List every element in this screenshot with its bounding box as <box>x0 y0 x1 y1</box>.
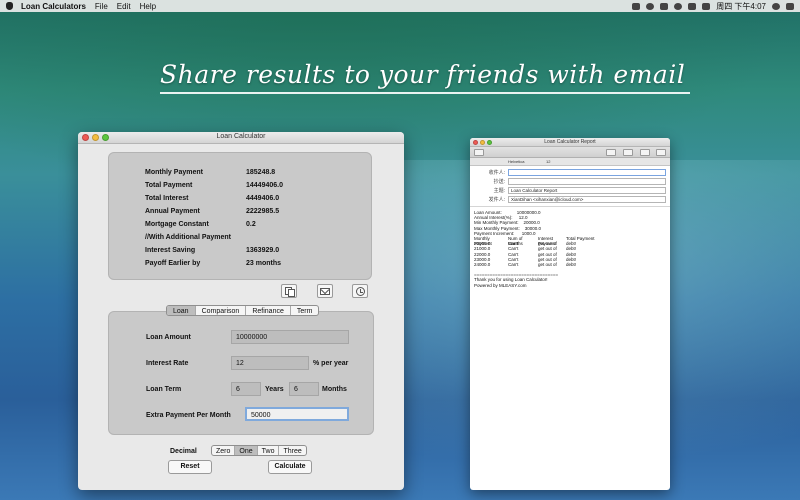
decimal-option-one[interactable]: One <box>235 446 258 455</box>
result-label: //With Additional Payment <box>145 234 232 241</box>
table-cell: 24000.0 <box>474 261 491 267</box>
menubar: Loan Calculators File Edit Help 周四 下午4:0… <box>0 0 800 12</box>
clock-icon <box>355 286 365 296</box>
table-cell: debt! <box>566 261 577 267</box>
show-stationery-icon[interactable] <box>656 149 666 156</box>
result-label: Annual Payment <box>145 208 200 215</box>
font-icon[interactable] <box>623 149 633 156</box>
list-icon[interactable] <box>786 2 794 10</box>
result-label: Mortgage Constant <box>145 221 209 228</box>
result-value: 1363929.0 <box>246 247 280 254</box>
loan-amount-label: Loan Amount <box>146 334 191 341</box>
loan-amount-input[interactable]: 10000000 <box>231 330 349 344</box>
to-label: 收件人: <box>488 170 505 176</box>
decimal-selector: Zero One Two Three <box>211 445 307 456</box>
wifi-icon[interactable] <box>674 2 683 10</box>
mail-body[interactable]: Loan Amount: 10000000.0 Annual Interest(… <box>470 207 670 291</box>
result-value: 23 months <box>246 260 282 267</box>
result-value: 2222985.5 <box>246 208 280 215</box>
flag-icon[interactable] <box>688 2 697 10</box>
status-icon[interactable] <box>632 2 641 10</box>
menu-file[interactable]: File <box>95 2 108 11</box>
menu-app-name[interactable]: Loan Calculators <box>21 2 86 11</box>
copy-button[interactable] <box>281 284 297 298</box>
decimal-label: Decimal <box>170 448 197 455</box>
years-label: Years <box>265 386 284 393</box>
mail-headers: 收件人: 抄送: 主题: Loan Calculator Report 发件人:… <box>470 166 670 207</box>
decimal-option-three[interactable]: Three <box>279 446 305 455</box>
email-button[interactable] <box>317 284 333 298</box>
interest-rate-label: Interest Rate <box>146 360 189 367</box>
menubar-clock[interactable]: 周四 下午4:07 <box>716 1 766 12</box>
decimal-option-two[interactable]: Two <box>258 446 280 455</box>
result-label: Total Payment <box>145 182 193 189</box>
to-field[interactable] <box>508 169 666 176</box>
window-titlebar[interactable]: Loan Calculator <box>78 132 404 144</box>
result-value: 4449406.0 <box>246 195 280 202</box>
tab-refinance[interactable]: Refinance <box>246 306 291 315</box>
status-icon[interactable] <box>646 2 655 10</box>
result-value: 0.2 <box>246 221 256 228</box>
promo-headline: Share results to your friends with email <box>160 60 686 89</box>
subject-label: 主题: <box>493 188 505 194</box>
from-label: 发件人: <box>488 197 505 203</box>
term-years-input[interactable]: 6 <box>231 382 261 396</box>
tab-loan[interactable]: Loan <box>167 306 196 315</box>
volume-icon[interactable] <box>702 2 711 10</box>
report-title: Loan Calculator Report <box>544 139 596 145</box>
result-label: Interest Saving <box>145 247 196 254</box>
extra-payment-input[interactable]: 50000 <box>245 407 349 421</box>
reset-button[interactable]: Reset <box>168 460 212 474</box>
months-label: Months <box>322 386 347 393</box>
table-cell: Can't <box>508 261 519 267</box>
calculate-button[interactable]: Calculate <box>268 460 312 474</box>
subject-field[interactable]: Loan Calculator Report <box>508 187 666 194</box>
attach-icon[interactable] <box>606 149 616 156</box>
footer-line: Powered by MLEASY.com <box>474 282 527 288</box>
loan-term-label: Loan Term <box>146 386 182 393</box>
report-toolbar <box>470 147 670 158</box>
report-mail-window: Loan Calculator Report Helvetica 12 收件人:… <box>470 138 670 490</box>
size-select[interactable]: 12 <box>546 159 550 164</box>
result-value: 185248.8 <box>246 169 276 176</box>
interest-rate-input[interactable]: 12 <box>231 356 309 370</box>
menu-edit[interactable]: Edit <box>117 2 131 11</box>
result-label: Total Interest <box>145 195 189 202</box>
calculator-tabs: Loan Comparison Refinance Term <box>166 305 320 316</box>
mail-icon <box>320 287 330 295</box>
result-value: 14449406.0 <box>246 182 283 189</box>
send-icon[interactable] <box>474 149 484 156</box>
report-titlebar[interactable]: Loan Calculator Report <box>470 138 670 147</box>
loan-calculator-window: Loan Calculator Monthly Payment 185248.8… <box>78 132 404 490</box>
cc-field[interactable] <box>508 178 666 185</box>
tab-term[interactable]: Term <box>291 306 319 315</box>
term-months-input[interactable]: 6 <box>289 382 319 396</box>
history-button[interactable] <box>352 284 368 298</box>
result-label: Monthly Payment <box>145 169 203 176</box>
results-panel: Monthly Payment 185248.8 Total Payment 1… <box>108 152 372 280</box>
menu-help[interactable]: Help <box>140 2 156 11</box>
status-icon[interactable] <box>660 2 669 10</box>
apple-menu-icon[interactable] <box>6 2 13 10</box>
decimal-option-zero[interactable]: Zero <box>212 446 236 455</box>
format-bar: Helvetica 12 <box>470 158 670 166</box>
photo-icon[interactable] <box>640 149 650 156</box>
table-cell: get out of <box>538 261 557 267</box>
extra-payment-label: Extra Payment Per Month <box>146 412 231 419</box>
font-select[interactable]: Helvetica <box>508 159 524 164</box>
cc-label: 抄送: <box>493 179 505 185</box>
window-title: Loan Calculator <box>216 133 266 140</box>
input-panel: Loan Amount 10000000 Interest Rate 12 % … <box>108 311 374 435</box>
search-icon[interactable] <box>772 2 780 10</box>
headline-underline <box>160 92 690 94</box>
result-label: Payoff Earlier by <box>145 260 201 267</box>
interest-unit-label: % per year <box>313 360 349 367</box>
from-select[interactable]: XianDihan <xihanxian@icloud.com> <box>508 196 666 203</box>
tab-comparison[interactable]: Comparison <box>196 306 247 315</box>
copy-icon <box>285 287 295 297</box>
